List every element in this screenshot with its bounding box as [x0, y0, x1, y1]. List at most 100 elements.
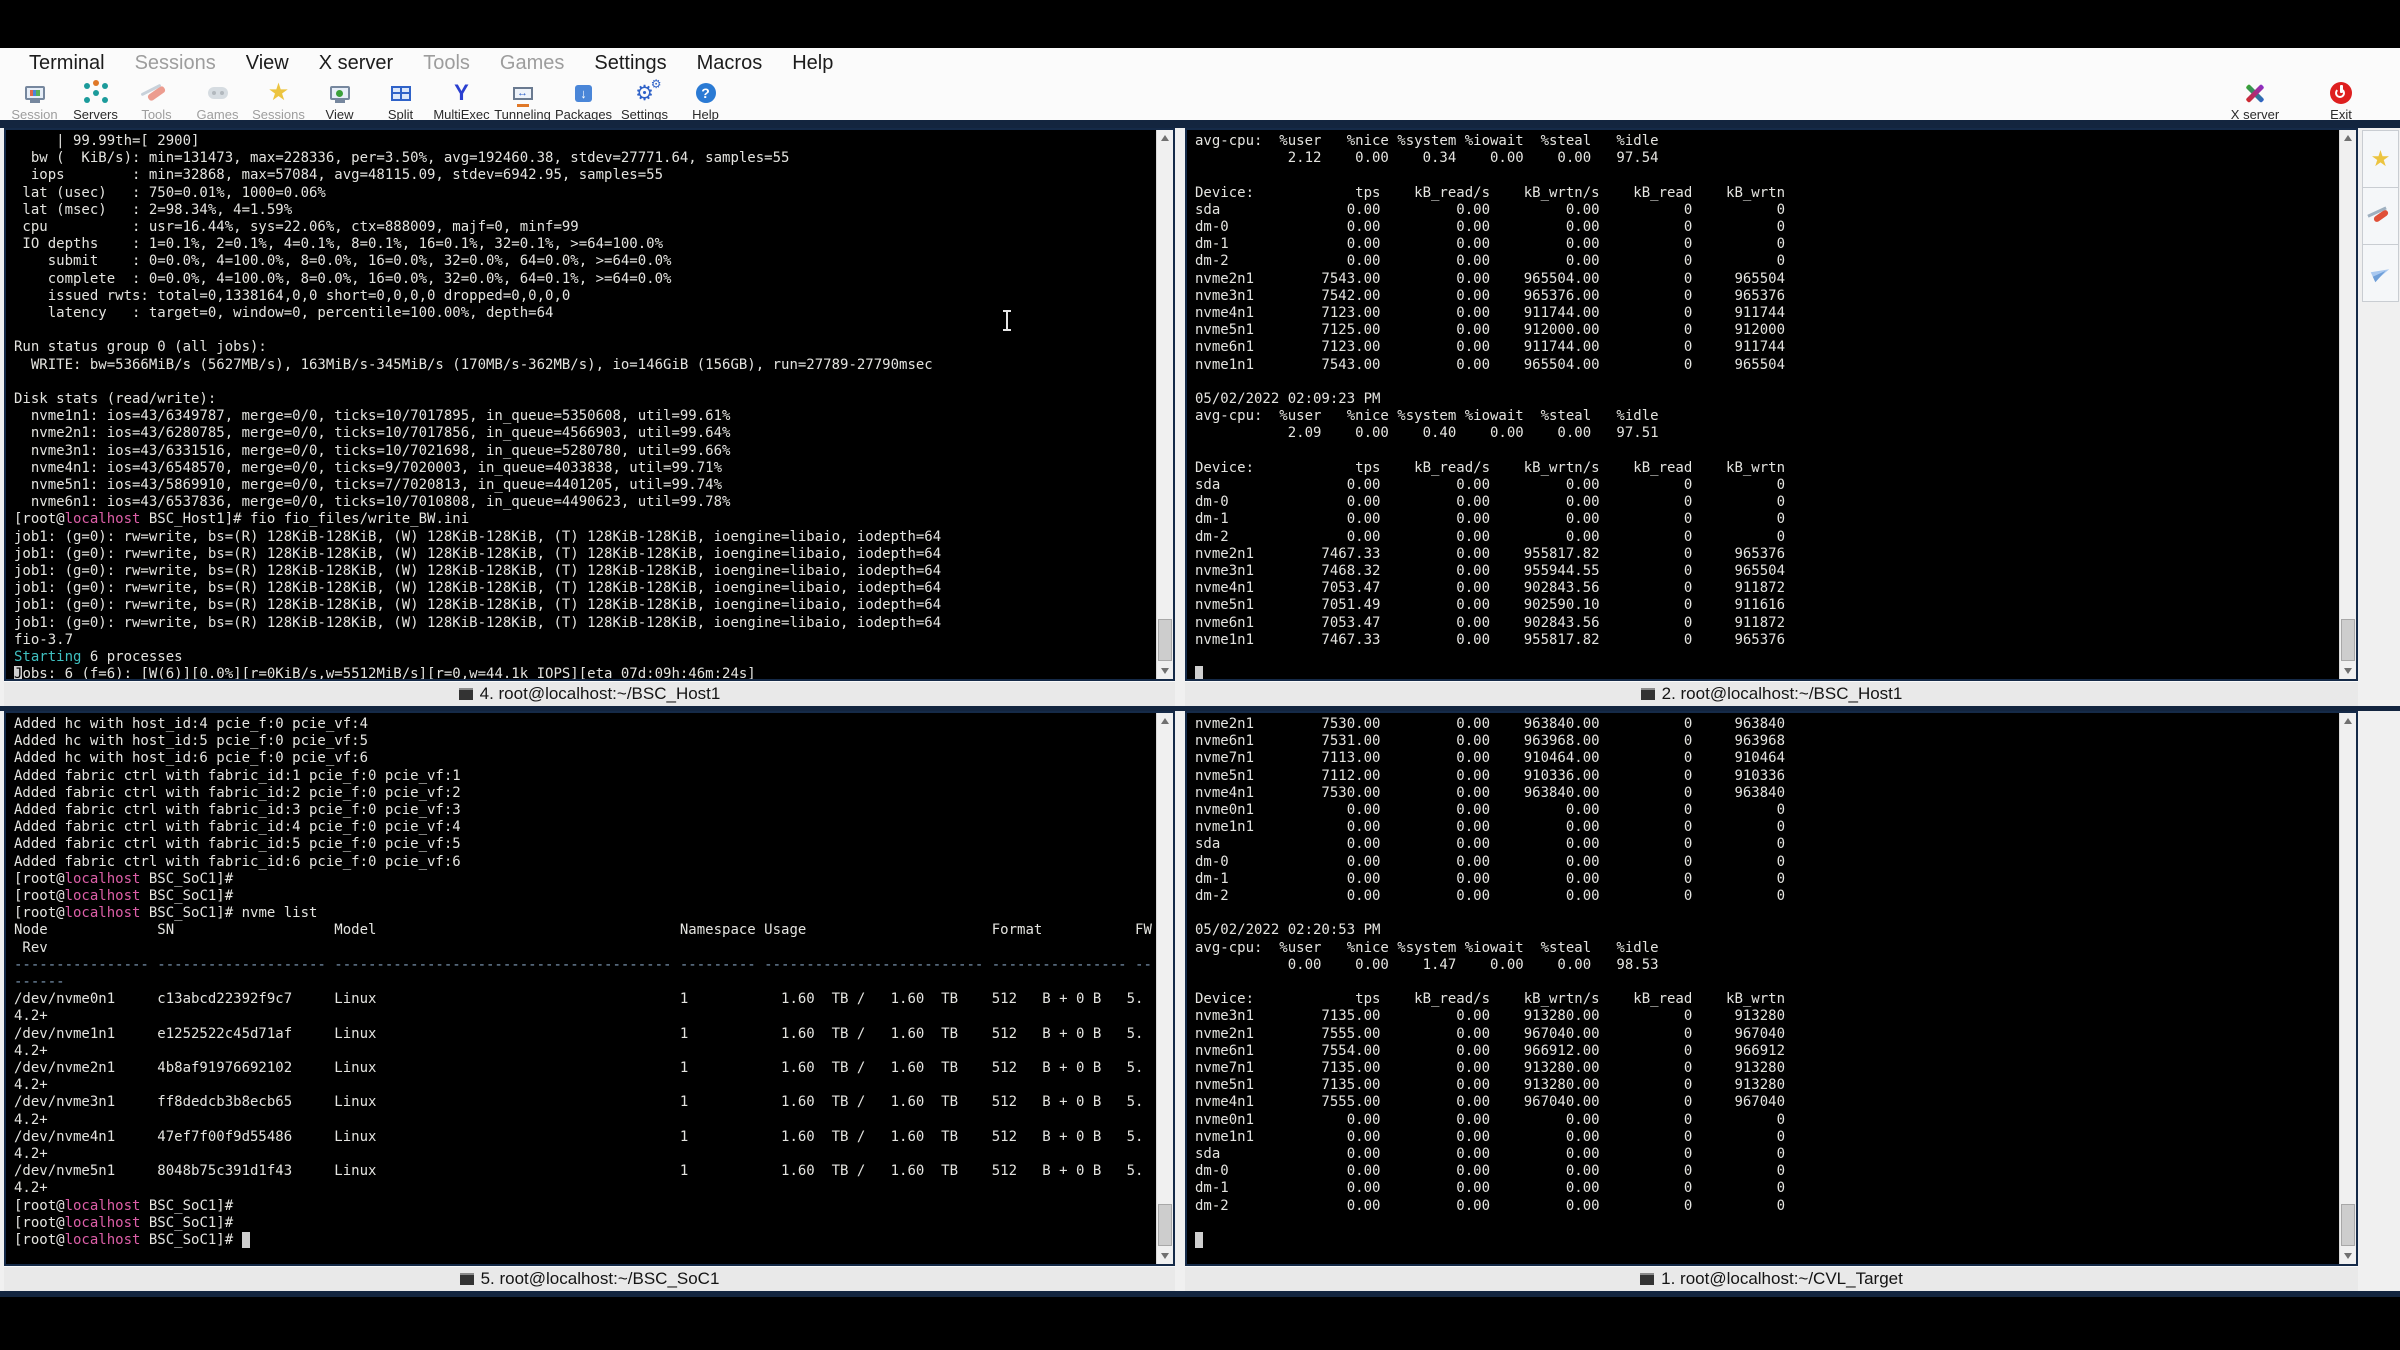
- toolbar-session-button[interactable]: Session: [4, 78, 65, 122]
- terminal-pane-2[interactable]: avg-cpu: %user %nice %system %iowait %st…: [1185, 128, 2358, 681]
- scroll-up-arrow-icon[interactable]: [2340, 713, 2356, 729]
- terminal-line: [root@localhost BSC_Host1]# fio fio_file…: [14, 511, 470, 528]
- terminal-line: nvme0n1 0.00 0.00 0.00 0 0: [1195, 802, 1786, 819]
- menu-x-server[interactable]: X server: [304, 52, 408, 75]
- menu-tools[interactable]: Tools: [408, 52, 485, 75]
- pane-title-4[interactable]: 4. root@localhost:~/BSC_Host1: [4, 681, 1175, 706]
- send-button[interactable]: [2362, 245, 2399, 302]
- toolbar-x-server-button[interactable]: X server: [2212, 78, 2298, 122]
- scroll-down-arrow-icon[interactable]: [2340, 1248, 2356, 1264]
- menu-terminal[interactable]: Terminal: [14, 52, 120, 75]
- terminal-line: dm-0 0.00 0.00 0.00 0 0: [1195, 219, 1786, 236]
- terminal-line: [root@localhost BSC_SoC1]#: [14, 1197, 234, 1214]
- toolbar-settings-button[interactable]: ⚙ ⚙ Settings: [614, 77, 675, 122]
- terminal-pane-5[interactable]: Added hc with host_id:4 pcie_f:0 pcie_vf…: [4, 711, 1175, 1266]
- toolbar-help-button[interactable]: ? Help: [675, 78, 736, 122]
- pane-title-1[interactable]: 1. root@localhost:~/CVL_Target: [1185, 1266, 2358, 1291]
- terminal-line: [root@localhost BSC_SoC1]#: [14, 870, 234, 887]
- scroll-down-arrow-icon[interactable]: [1157, 663, 1173, 679]
- terminal-line: Added fabric ctrl with fabric_id:4 pcie_…: [14, 819, 461, 836]
- terminal-line: nvme5n1 7051.49 0.00 902590.10 0 911616: [1195, 597, 1786, 614]
- terminal-line: ---------------- -------------------- --…: [14, 956, 1152, 973]
- gamepad-icon: [205, 80, 231, 106]
- terminal-line: ------: [14, 974, 65, 991]
- terminal-line: job1: (g=0): rw=write, bs=(R) 128KiB-128…: [14, 580, 942, 597]
- terminal-line: 4.2+: [14, 1077, 48, 1094]
- scroll-up-arrow-icon[interactable]: [2340, 130, 2356, 146]
- terminal-mini-icon: [458, 688, 473, 700]
- menu-help[interactable]: Help: [777, 52, 848, 75]
- tools-button[interactable]: [2362, 188, 2399, 245]
- menu-sessions[interactable]: Sessions: [120, 52, 231, 75]
- terminal-line: job1: (g=0): rw=write, bs=(R) 128KiB-128…: [14, 545, 942, 562]
- terminal-line: nvme7n1 7113.00 0.00 910464.00 0 910464: [1195, 750, 1786, 767]
- menu-bar: Terminal Sessions View X server Tools Ga…: [0, 48, 2400, 78]
- terminal-line: nvme7n1 7135.00 0.00 913280.00 0 913280: [1195, 1060, 1786, 1077]
- scrollbar[interactable]: [1156, 713, 1173, 1264]
- terminal-line: Device: tps kB_read/s kB_wrtn/s kB_read …: [1195, 459, 1786, 476]
- terminal-line: nvme1n1 7543.00 0.00 965504.00 0 965504: [1195, 356, 1786, 373]
- toolbar-sessions-button[interactable]: ★ Sessions: [248, 78, 309, 123]
- toolbar-tools-button[interactable]: Tools: [126, 78, 187, 122]
- toolbar-servers-button[interactable]: Servers: [65, 78, 126, 122]
- scrollbar-thumb[interactable]: [2341, 619, 2355, 661]
- terminal-line: Node SN Model Namespace Usage Format FW: [14, 922, 1152, 939]
- divider-top: [0, 120, 2400, 128]
- terminal-line: nvme3n1: ios=43/6331516, merge=0/0, tick…: [14, 442, 731, 459]
- scrollbar[interactable]: [2339, 130, 2356, 679]
- terminal-line: nvme6n1 7554.00 0.00 966912.00 0 966912: [1195, 1042, 1786, 1059]
- swiss-knife-icon: [2372, 208, 2389, 224]
- terminal-line: nvme2n1 7467.33 0.00 955817.82 0 965376: [1195, 545, 1786, 562]
- terminal-line: nvme4n1 7053.47 0.00 902843.56 0 911872: [1195, 580, 1786, 597]
- paper-plane-icon: [2370, 264, 2391, 282]
- pane-title-2[interactable]: 2. root@localhost:~/BSC_Host1: [1185, 681, 2358, 706]
- tunnel-monitor-icon: ↔: [510, 80, 536, 107]
- pane-title-5[interactable]: 5. root@localhost:~/BSC_SoC1: [4, 1266, 1175, 1291]
- scrollbar-thumb[interactable]: [2341, 1204, 2355, 1246]
- scrollbar-thumb[interactable]: [1158, 619, 1172, 661]
- session-monitor-icon: [22, 80, 48, 106]
- terminal-line: fio-3.7: [14, 631, 74, 648]
- terminal-line: 4.2+: [14, 1008, 48, 1025]
- toolbar-tunneling-button[interactable]: ↔ Tunneling: [492, 78, 553, 122]
- toolbar-view-button[interactable]: View: [309, 78, 370, 122]
- toolbar-packages-button[interactable]: ↓ Packages: [553, 78, 614, 122]
- toolbar-multiexec-button[interactable]: Y MultiExec: [431, 78, 492, 123]
- toolbar-exit-button[interactable]: Exit: [2298, 78, 2384, 122]
- toolbar-split-button[interactable]: Split: [370, 78, 431, 122]
- star-icon: ★: [267, 79, 290, 106]
- terminal-pane-4[interactable]: | 99.99th=[ 2900] bw ( KiB/s): min=13147…: [4, 128, 1175, 681]
- split-window-icon: [388, 80, 414, 106]
- monitor-user-icon: [327, 80, 353, 106]
- terminal-line: 4.2+: [14, 1146, 48, 1163]
- terminal-line: job1: (g=0): rw=write, bs=(R) 128KiB-128…: [14, 563, 942, 580]
- toolbar-games-button[interactable]: Games: [187, 78, 248, 122]
- terminal-line: nvme3n1 7135.00 0.00 913280.00 0 913280: [1195, 1008, 1786, 1025]
- mouse-ibeam-cursor: [1003, 310, 1011, 331]
- scrollbar[interactable]: [2339, 713, 2356, 1264]
- terminal-line: cpu : usr=16.44%, sys=22.06%, ctx=888009…: [14, 219, 579, 236]
- screen: Terminal Sessions View X server Tools Ga…: [0, 0, 2400, 1350]
- menu-settings[interactable]: Settings: [579, 52, 681, 75]
- scrollbar-thumb[interactable]: [1158, 1204, 1172, 1246]
- fork-icon: Y: [454, 80, 469, 105]
- terminal-line: nvme4n1: ios=43/6548570, merge=0/0, tick…: [14, 459, 723, 476]
- star-icon: ★: [2370, 146, 2391, 171]
- scroll-up-arrow-icon[interactable]: [1157, 130, 1173, 146]
- menu-macros[interactable]: Macros: [682, 52, 778, 75]
- favorites-button[interactable]: ★: [2362, 130, 2399, 188]
- terminal-line: avg-cpu: %user %nice %system %iowait %st…: [1195, 133, 1659, 149]
- menu-view[interactable]: View: [231, 52, 304, 75]
- scroll-up-arrow-icon[interactable]: [1157, 713, 1173, 729]
- terminal-pane-1[interactable]: nvme2n1 7530.00 0.00 963840.00 0 963840 n…: [1185, 711, 2358, 1266]
- toolbar-right: X server Exit: [2212, 78, 2384, 122]
- x-server-icon: [2242, 80, 2268, 106]
- scroll-down-arrow-icon[interactable]: [1157, 1248, 1173, 1264]
- terminal-line: dm-0 0.00 0.00 0.00 0 0: [1195, 494, 1786, 511]
- scrollbar[interactable]: [1156, 130, 1173, 679]
- terminal-line: dm-1 0.00 0.00 0.00 0 0: [1195, 1180, 1786, 1197]
- scroll-down-arrow-icon[interactable]: [2340, 663, 2356, 679]
- menu-games[interactable]: Games: [485, 52, 579, 75]
